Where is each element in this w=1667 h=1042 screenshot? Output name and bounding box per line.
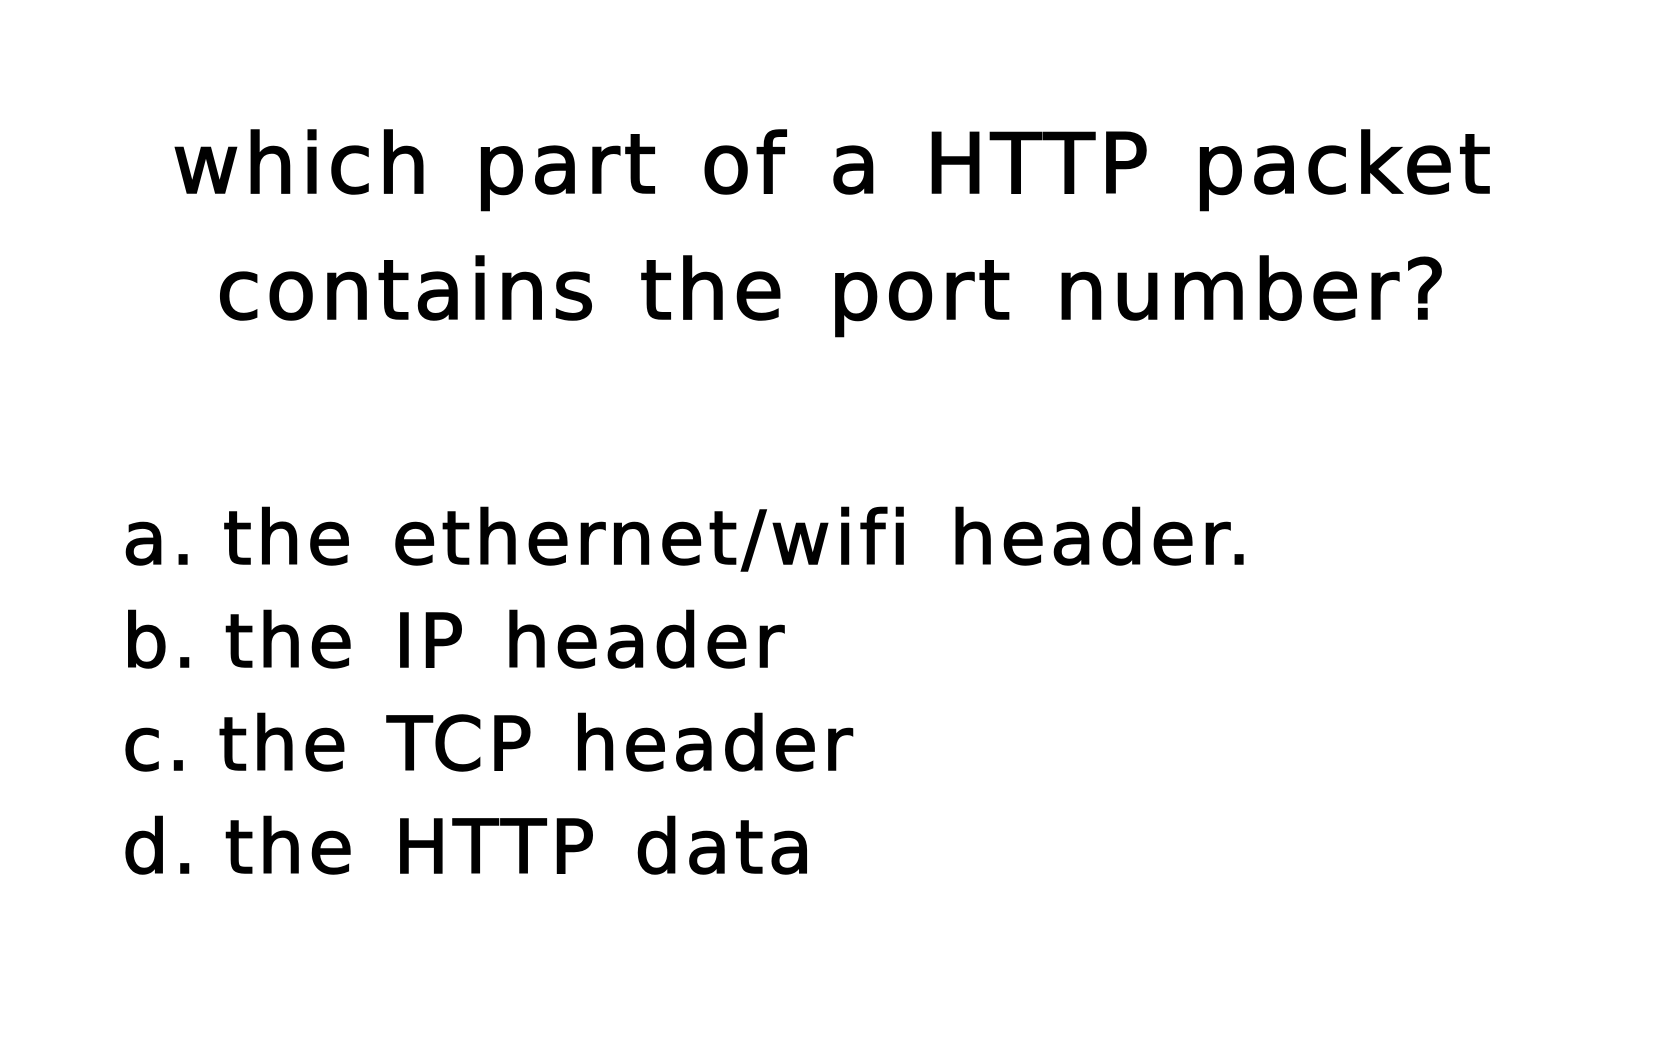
- option-text: the TCP header: [218, 701, 857, 788]
- answer-option-a: a. the ethernet/wifi header.: [121, 488, 1255, 591]
- answer-option-c: c. the TCP header: [121, 694, 1255, 797]
- quiz-slide: which part of a HTTP packet contains the…: [0, 0, 1667, 1042]
- question-title: which part of a HTTP packet contains the…: [60, 102, 1607, 354]
- option-letter: d.: [121, 804, 201, 891]
- option-text: the HTTP data: [224, 804, 818, 891]
- option-letter: b.: [121, 598, 201, 685]
- option-text: the IP header: [224, 598, 789, 685]
- option-letter: c.: [121, 701, 195, 788]
- question-line-2: contains the port number?: [215, 241, 1451, 340]
- question-line-1: which part of a HTTP packet: [171, 115, 1496, 214]
- option-letter: a.: [121, 495, 199, 582]
- answer-options-list: a. the ethernet/wifi header. b. the IP hea…: [121, 488, 1255, 900]
- answer-option-d: d. the HTTP data: [121, 797, 1255, 900]
- option-text: the ethernet/wifi header.: [222, 495, 1255, 582]
- answer-option-b: b. the IP header: [121, 591, 1255, 694]
